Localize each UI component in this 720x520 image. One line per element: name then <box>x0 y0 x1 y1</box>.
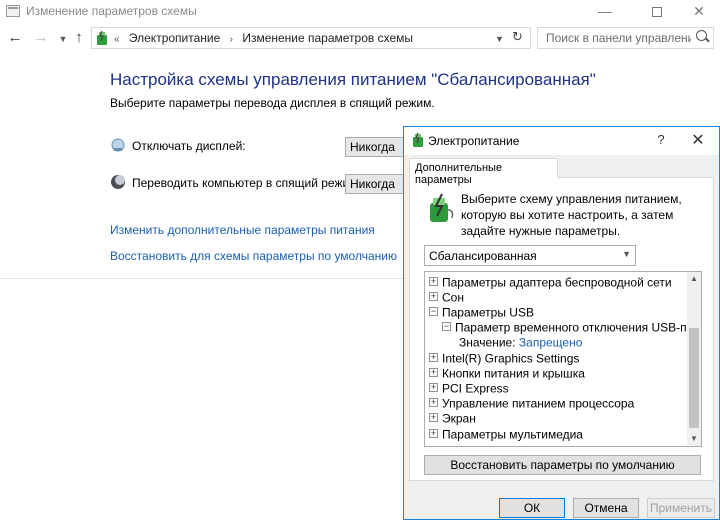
settings-tree[interactable]: + Параметры адаптера беспроводной сети + С… <box>424 271 702 447</box>
monitor-icon <box>111 138 125 152</box>
page-subtitle: Выберите параметры перевода дисплея в сп… <box>110 96 435 110</box>
tree-item[interactable]: − Параметр временного отключения USB-порт… <box>442 320 701 335</box>
breadcrumb-overflow-icon[interactable]: « <box>114 34 120 45</box>
restore-defaults-link[interactable]: Восстановить для схемы параметры по умол… <box>110 249 397 263</box>
dialog-intro-text: Выберите схему управления питанием, кото… <box>461 192 682 238</box>
scroll-up-icon[interactable]: ▲ <box>687 272 701 286</box>
collapse-icon[interactable]: − <box>429 307 438 317</box>
advanced-settings-panel: Выберите схему управления питанием, кото… <box>409 177 714 481</box>
tree-scrollbar[interactable]: ▲ ▼ <box>687 272 701 446</box>
power-options-icon <box>97 30 107 45</box>
up-button[interactable]: ↑ <box>70 29 88 46</box>
tree-item[interactable]: + Сон <box>429 290 464 305</box>
scroll-down-icon[interactable]: ▼ <box>687 432 701 446</box>
refresh-button[interactable]: ↻ <box>512 29 523 45</box>
display-off-label: Отключать дисплей: <box>132 139 246 153</box>
tree-item[interactable]: + Параметры мультимедиа <box>429 427 583 442</box>
window-title: Изменение параметров схемы <box>26 4 197 18</box>
tree-item[interactable]: − Параметры USB <box>429 305 534 320</box>
breadcrumb-edit-plan[interactable]: Изменение параметров схемы <box>242 31 413 45</box>
tree-item[interactable]: + Экран <box>429 411 476 426</box>
dialog-title: Электропитание <box>428 134 520 148</box>
tree-item[interactable]: + Intel(R) Graphics Settings <box>429 351 579 366</box>
sleep-moon-icon <box>111 175 125 189</box>
sleep-label: Переводить компьютер в спящий режим: <box>132 176 361 190</box>
tree-item[interactable]: + PCI Express <box>429 381 509 396</box>
power-options-dialog: Электропитание ? ✕ Дополнительные параме… <box>403 126 720 520</box>
expand-icon[interactable]: + <box>429 353 438 363</box>
chevron-down-icon: ▼ <box>622 249 631 259</box>
collapse-icon[interactable]: − <box>442 322 451 332</box>
expand-icon[interactable]: + <box>429 398 438 408</box>
tab-advanced-settings[interactable]: Дополнительные параметры <box>409 158 558 186</box>
dialog-titlebar: Электропитание ? ✕ <box>404 127 719 155</box>
expand-icon[interactable]: + <box>429 277 438 287</box>
window-app-icon <box>6 5 20 17</box>
dialog-close-button[interactable]: ✕ <box>690 130 706 150</box>
navigation-bar: ← → ▼ ↑ « Электропитание › Изменение пар… <box>0 26 720 52</box>
power-plan-icon <box>430 193 454 222</box>
breadcrumb-separator-icon[interactable]: › <box>230 34 233 45</box>
expand-icon[interactable]: + <box>429 413 438 423</box>
close-button[interactable]: ✕ <box>676 0 720 24</box>
power-plan-select[interactable]: Сбалансированная ▼ <box>424 245 636 266</box>
breadcrumb: « Электропитание › Изменение параметров … <box>114 31 419 45</box>
expand-icon[interactable]: + <box>429 429 438 439</box>
expand-icon[interactable]: + <box>429 383 438 393</box>
window-titlebar: Изменение параметров схемы — ✕ <box>0 0 720 24</box>
tree-item[interactable]: + Управление питанием процессора <box>429 396 634 411</box>
address-dropdown-chevron-icon[interactable]: ▼ <box>495 34 504 44</box>
power-plan-value: Сбалансированная <box>429 249 537 263</box>
content-divider <box>0 278 405 279</box>
ok-button[interactable]: ОК <box>499 498 565 518</box>
power-options-icon <box>413 132 423 147</box>
help-button[interactable]: ? <box>654 132 668 147</box>
forward-button[interactable]: → <box>32 29 50 46</box>
maximize-icon <box>652 7 662 18</box>
tree-item[interactable]: + Кнопки питания и крышка <box>429 366 585 381</box>
maximize-button[interactable] <box>634 0 680 24</box>
minimize-button[interactable]: — <box>582 0 628 24</box>
expand-icon[interactable]: + <box>429 292 438 302</box>
apply-button[interactable]: Применить <box>647 498 715 518</box>
cancel-button[interactable]: Отмена <box>573 498 639 518</box>
breadcrumb-power-options[interactable]: Электропитание <box>129 31 220 45</box>
scrollbar-thumb[interactable] <box>689 328 699 428</box>
expand-icon[interactable]: + <box>429 368 438 378</box>
restore-defaults-button[interactable]: Восстановить параметры по умолчанию <box>424 455 701 475</box>
back-button[interactable]: ← <box>6 29 24 46</box>
address-bar[interactable]: « Электропитание › Изменение параметров … <box>91 27 531 49</box>
tree-item[interactable]: + Параметры адаптера беспроводной сети <box>429 275 672 290</box>
page-title: Настройка схемы управления питанием "Сба… <box>110 70 596 89</box>
usb-suspend-value-link[interactable]: Запрещено <box>519 335 582 349</box>
advanced-settings-link[interactable]: Изменить дополнительные параметры питани… <box>110 223 375 237</box>
search-input[interactable] <box>537 27 714 49</box>
tree-item-value[interactable]: Значение: Запрещено <box>459 335 582 350</box>
search-icon[interactable] <box>696 30 707 41</box>
